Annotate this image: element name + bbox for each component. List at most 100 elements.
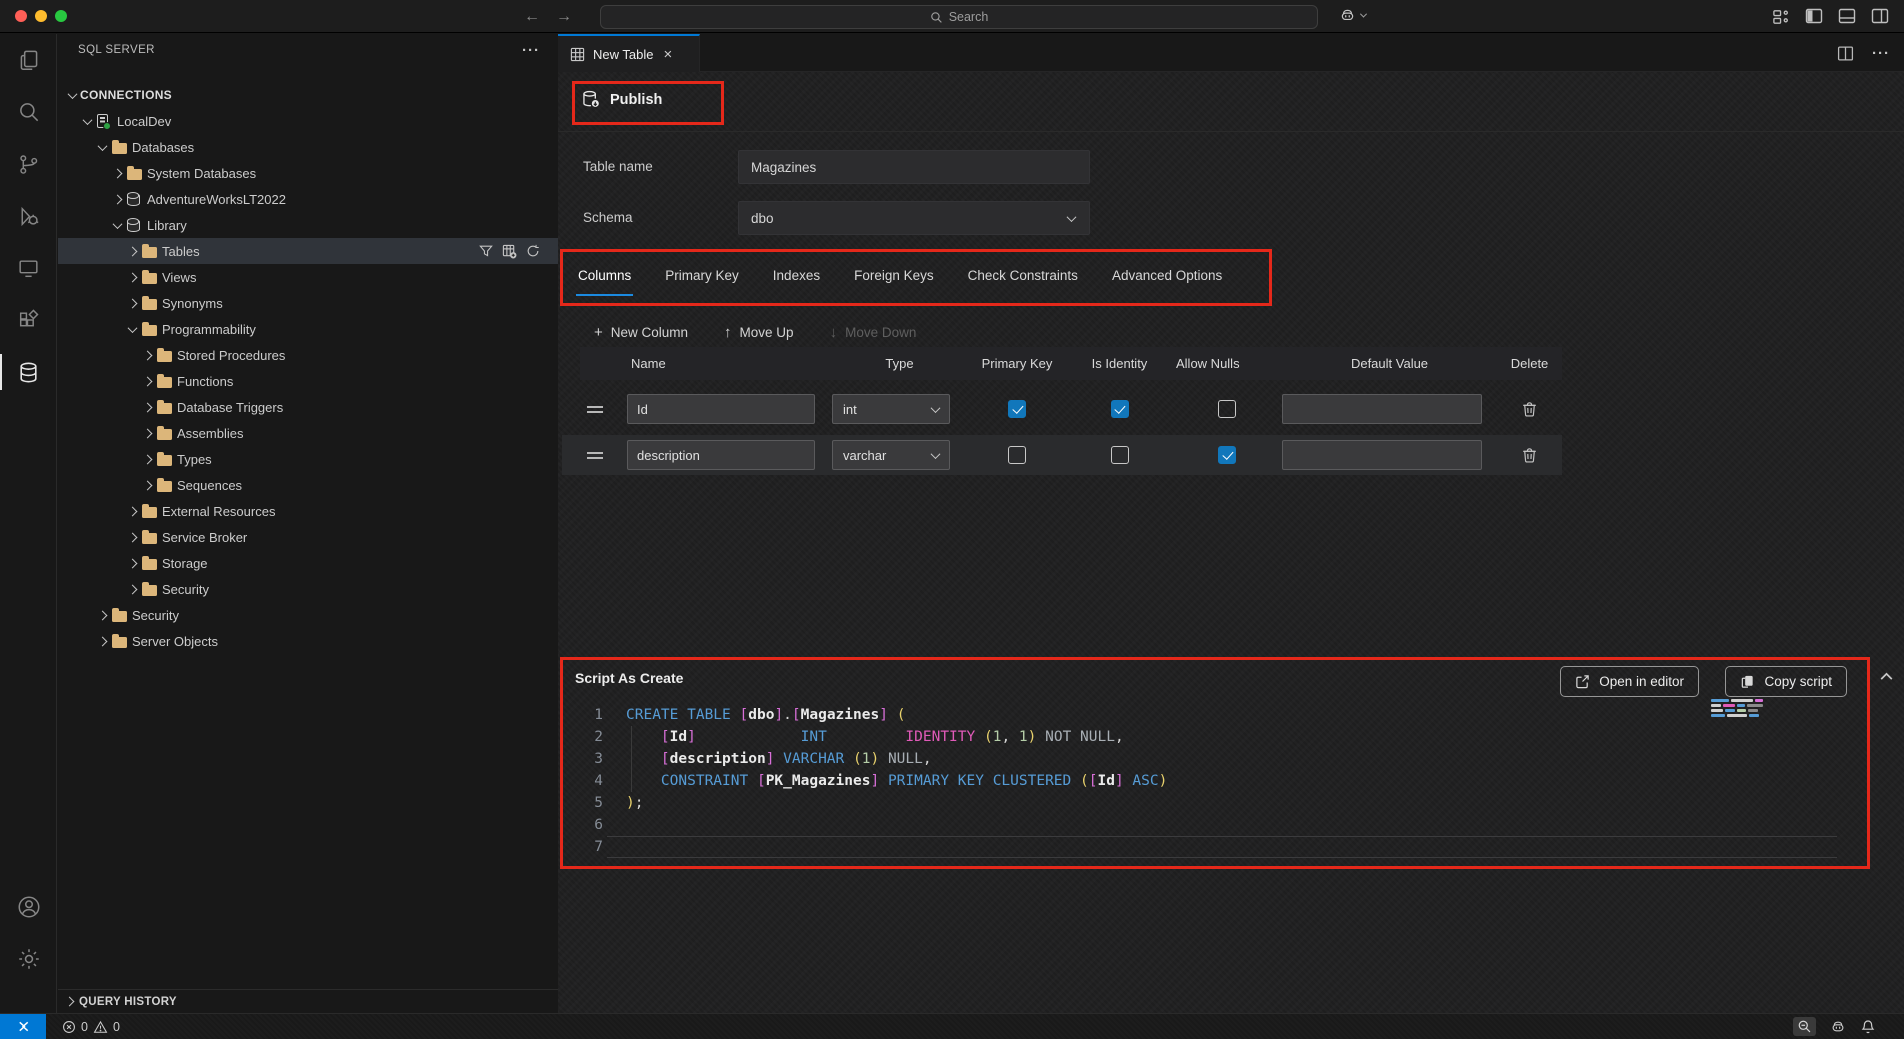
tree-item-server-objects[interactable]: Server Objects bbox=[58, 628, 558, 654]
activity-search[interactable] bbox=[0, 86, 57, 138]
tree-item-assemblies[interactable]: Assemblies bbox=[58, 420, 558, 446]
activity-accounts[interactable] bbox=[0, 881, 57, 933]
problems-indicator[interactable]: 0 0 bbox=[62, 1020, 120, 1034]
activity-remote-explorer[interactable] bbox=[0, 242, 57, 294]
delete-button[interactable] bbox=[1497, 446, 1562, 464]
tree-item-security[interactable]: Security bbox=[58, 576, 558, 602]
primary-key-checkbox[interactable] bbox=[1008, 446, 1026, 464]
activity-sql-server[interactable] bbox=[0, 346, 57, 398]
more-actions-icon[interactable]: ··· bbox=[522, 42, 540, 59]
primary-key-checkbox[interactable] bbox=[1008, 400, 1026, 418]
tree-item-sequences[interactable]: Sequences bbox=[58, 472, 558, 498]
tree-item-stored-procedures[interactable]: Stored Procedures bbox=[58, 342, 558, 368]
customize-layout-icon[interactable] bbox=[1772, 7, 1791, 26]
activity-run-debug[interactable] bbox=[0, 190, 57, 242]
tree-item-system-databases[interactable]: System Databases bbox=[58, 160, 558, 186]
refresh-icon[interactable] bbox=[526, 244, 540, 258]
activity-settings[interactable] bbox=[0, 933, 57, 985]
sql-code-editor[interactable]: 1CREATE TABLE [dbo].[Magazines] (2 [Id] … bbox=[563, 704, 1867, 858]
grid-header-allow-nulls: Allow Nulls bbox=[1172, 356, 1282, 371]
editor-more-actions-icon[interactable]: ··· bbox=[1872, 45, 1890, 62]
folder-icon bbox=[140, 297, 162, 310]
tree-item-label: Programmability bbox=[162, 322, 256, 337]
new-table-icon[interactable] bbox=[502, 244, 517, 259]
toggle-sidebar-left-icon[interactable] bbox=[1804, 6, 1824, 26]
column-name-input[interactable] bbox=[627, 394, 815, 424]
drag-handle[interactable] bbox=[562, 406, 627, 413]
tree-item-storage[interactable]: Storage bbox=[58, 550, 558, 576]
tree-item-synonyms[interactable]: Synonyms bbox=[58, 290, 558, 316]
folder-icon bbox=[110, 609, 132, 622]
type-select[interactable]: int bbox=[832, 394, 950, 424]
tree-item-security[interactable]: Security bbox=[58, 602, 558, 628]
column-name-input[interactable] bbox=[627, 440, 815, 470]
is-identity-checkbox[interactable] bbox=[1111, 446, 1129, 464]
designer-tab-advanced-options[interactable]: Advanced Options bbox=[1110, 262, 1224, 296]
new-column-button[interactable]: + New Column bbox=[594, 324, 688, 341]
publish-button[interactable]: Publish bbox=[580, 89, 662, 110]
designer-tab-check-constraints[interactable]: Check Constraints bbox=[966, 262, 1080, 296]
copilot-status-icon[interactable] bbox=[1829, 1018, 1847, 1036]
toggle-panel-icon[interactable] bbox=[1837, 6, 1857, 26]
database-icon bbox=[125, 193, 147, 206]
tree-item-tables[interactable]: Tables bbox=[58, 238, 558, 264]
tree-item-localdev[interactable]: LocalDev bbox=[58, 108, 558, 134]
table-name-input[interactable] bbox=[738, 150, 1090, 184]
activity-extensions[interactable] bbox=[0, 294, 57, 346]
designer-tab-foreign-keys[interactable]: Foreign Keys bbox=[852, 262, 936, 296]
minimize-window-button[interactable] bbox=[35, 10, 47, 22]
chevron-down-icon bbox=[82, 115, 92, 125]
designer-tab-indexes[interactable]: Indexes bbox=[771, 262, 822, 296]
schema-value: dbo bbox=[751, 211, 774, 226]
activity-files[interactable] bbox=[0, 34, 57, 86]
tree-item-views[interactable]: Views bbox=[58, 264, 558, 290]
tree-item-service-broker[interactable]: Service Broker bbox=[58, 524, 558, 550]
designer-tab-primary-key[interactable]: Primary Key bbox=[663, 262, 741, 296]
files-icon bbox=[16, 47, 42, 73]
tree-item-database-triggers[interactable]: Database Triggers bbox=[58, 394, 558, 420]
copilot-menu[interactable] bbox=[1338, 6, 1366, 25]
bell-icon[interactable] bbox=[1860, 1019, 1876, 1035]
allow-nulls-checkbox[interactable] bbox=[1218, 400, 1236, 418]
chevron-right-icon bbox=[127, 532, 137, 542]
toggle-sidebar-right-icon[interactable] bbox=[1870, 6, 1890, 26]
collapse-panel-chevron-icon[interactable] bbox=[1878, 668, 1895, 685]
designer-tab-columns[interactable]: Columns bbox=[576, 262, 633, 296]
close-tab-icon[interactable]: × bbox=[663, 46, 672, 63]
tree-item-programmability[interactable]: Programmability bbox=[58, 316, 558, 342]
forward-arrow-icon[interactable]: → bbox=[556, 8, 572, 26]
is-identity-checkbox[interactable] bbox=[1111, 400, 1129, 418]
tree-item-connections[interactable]: CONNECTIONS bbox=[58, 82, 558, 108]
open-in-editor-button[interactable]: Open in editor bbox=[1560, 666, 1699, 697]
tree-item-adventureworkslt2022[interactable]: AdventureWorksLT2022 bbox=[58, 186, 558, 212]
schema-select[interactable]: dbo bbox=[738, 201, 1090, 235]
remote-indicator[interactable] bbox=[0, 1014, 46, 1039]
maximize-window-button[interactable] bbox=[55, 10, 67, 22]
query-history-section[interactable]: QUERY HISTORY bbox=[58, 989, 558, 1013]
command-center-search[interactable]: Search bbox=[600, 5, 1318, 29]
line-number: 3 bbox=[563, 748, 603, 770]
default-value-input[interactable] bbox=[1282, 394, 1482, 424]
back-arrow-icon[interactable]: ← bbox=[524, 8, 540, 26]
tree-item-functions[interactable]: Functions bbox=[58, 368, 558, 394]
grid-header-primary-key: Primary Key bbox=[967, 356, 1067, 371]
activity-source-control[interactable] bbox=[0, 138, 57, 190]
tree-item-databases[interactable]: Databases bbox=[58, 134, 558, 160]
move-up-button[interactable]: ↑ Move Up bbox=[724, 324, 794, 341]
close-window-button[interactable] bbox=[15, 10, 27, 22]
split-editor-icon[interactable] bbox=[1837, 45, 1854, 62]
search-placeholder: Search bbox=[949, 10, 989, 24]
delete-button[interactable] bbox=[1497, 400, 1562, 418]
tree-item-library[interactable]: Library bbox=[58, 212, 558, 238]
copy-script-button[interactable]: Copy script bbox=[1725, 666, 1847, 697]
zoom-status-button[interactable] bbox=[1793, 1017, 1816, 1036]
tree-item-types[interactable]: Types bbox=[58, 446, 558, 472]
tree-item-external-resources[interactable]: External Resources bbox=[58, 498, 558, 524]
tab-new-table[interactable]: New Table × bbox=[558, 34, 700, 72]
move-down-button[interactable]: ↓ Move Down bbox=[830, 324, 917, 341]
filter-icon[interactable] bbox=[479, 244, 493, 258]
allow-nulls-checkbox[interactable] bbox=[1218, 446, 1236, 464]
type-select[interactable]: varchar bbox=[832, 440, 950, 470]
drag-handle[interactable] bbox=[562, 452, 627, 459]
default-value-input[interactable] bbox=[1282, 440, 1482, 470]
